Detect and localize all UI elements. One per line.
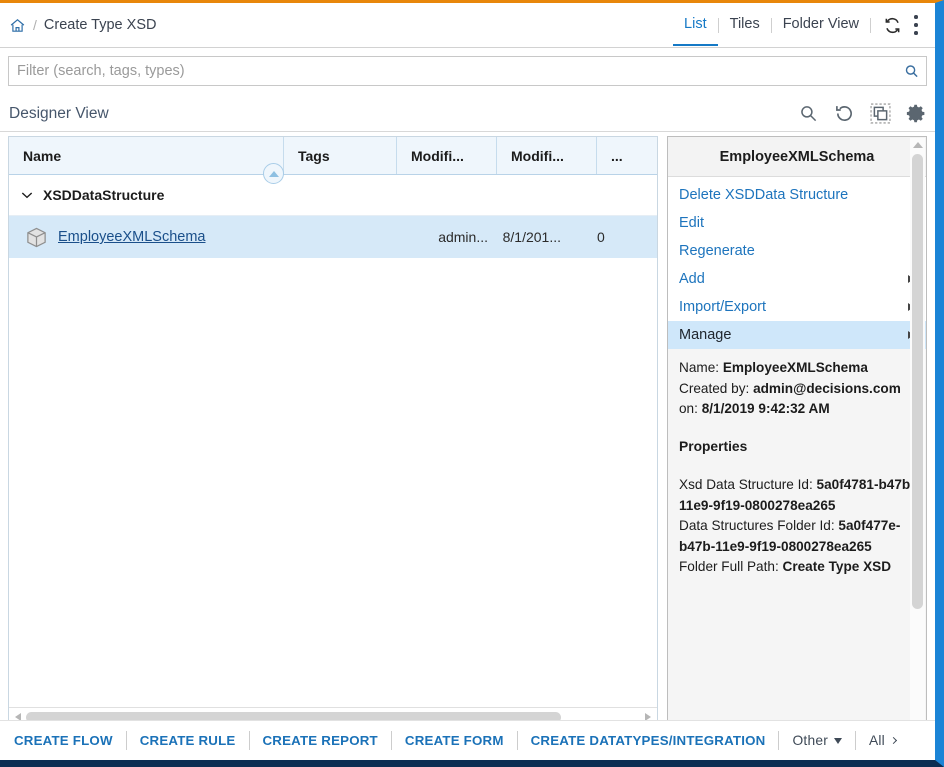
page-root: / Create Type XSD List Tiles Folder View bbox=[0, 0, 944, 767]
column-header-tags[interactable]: Tags bbox=[284, 137, 397, 174]
main-content: Name Tags Modifi... Modifi... ... XSDDat… bbox=[0, 132, 935, 727]
info-created-on: on: 8/1/2019 9:42:32 AM bbox=[679, 399, 915, 420]
details-panel-title: EmployeeXMLSchema bbox=[668, 137, 926, 177]
table-row[interactable]: EmployeeXMLSchema admin... 8/1/201... 0 bbox=[9, 216, 657, 258]
tab-folder-view[interactable]: Folder View bbox=[772, 4, 870, 46]
page-title: Create Type XSD bbox=[43, 17, 157, 33]
tab-tiles[interactable]: Tiles bbox=[719, 4, 771, 46]
breadcrumb: / Create Type XSD bbox=[0, 17, 156, 34]
properties-heading: Properties bbox=[679, 438, 748, 454]
other-label: Other bbox=[792, 733, 828, 748]
menu-item-import-export[interactable]: Import/Export bbox=[668, 293, 926, 321]
cube-icon bbox=[25, 226, 58, 249]
group-label: XSDDataStructure bbox=[43, 187, 165, 203]
create-flow-button[interactable]: CREATE FLOW bbox=[14, 733, 126, 748]
grid-header-row: Name Tags Modifi... Modifi... ... bbox=[9, 137, 657, 184]
chevron-right-icon bbox=[889, 736, 897, 745]
info-folder-id: Data Structures Folder Id: 5a0f477e-b47b… bbox=[679, 516, 915, 557]
menu-item-delete[interactable]: Delete XSDData Structure bbox=[668, 181, 926, 209]
menu-item-label: Delete XSDData Structure bbox=[679, 187, 849, 203]
all-label: All bbox=[869, 733, 885, 748]
info-name: Name: EmployeeXMLSchema bbox=[679, 358, 915, 379]
menu-item-label: Edit bbox=[679, 215, 704, 231]
vscroll-track[interactable] bbox=[912, 152, 923, 725]
menu-item-regenerate[interactable]: Regenerate bbox=[668, 237, 926, 265]
menu-item-edit[interactable]: Edit bbox=[668, 209, 926, 237]
refresh-icon[interactable] bbox=[879, 12, 905, 38]
create-form-button[interactable]: CREATE FORM bbox=[392, 733, 517, 748]
info-name-value: EmployeeXMLSchema bbox=[722, 360, 868, 375]
column-header-modified-by[interactable]: Modifi... bbox=[397, 137, 497, 174]
info-created-by: Created by: admin@decisions.com bbox=[679, 379, 915, 400]
home-icon[interactable] bbox=[9, 17, 26, 34]
column-header-more[interactable]: ... bbox=[597, 137, 657, 174]
cell-modified-date: 8/1/201... bbox=[502, 229, 561, 245]
grid-empty-space bbox=[9, 258, 657, 707]
details-panel: EmployeeXMLSchema Delete XSDData Structu… bbox=[667, 136, 927, 727]
info-created-on-value: 8/1/2019 9:42:32 AM bbox=[701, 401, 830, 416]
info-folder-path: Folder Full Path: Create Type XSD bbox=[679, 557, 915, 578]
details-info: Name: EmployeeXMLSchema Created by: admi… bbox=[668, 349, 926, 726]
menu-item-label: Add bbox=[679, 271, 705, 287]
info-created-on-label: on: bbox=[679, 401, 698, 416]
vscroll-thumb[interactable] bbox=[912, 154, 923, 609]
chevron-down-icon[interactable] bbox=[20, 188, 43, 202]
designer-view-bar: Designer View bbox=[0, 96, 935, 132]
menu-item-label: Regenerate bbox=[679, 243, 755, 259]
create-rule-button[interactable]: CREATE RULE bbox=[127, 733, 249, 748]
all-link[interactable]: All bbox=[856, 733, 909, 748]
info-created-by-value: admin@decisions.com bbox=[753, 380, 901, 396]
info-folder-path-label: Folder Full Path: bbox=[679, 559, 779, 574]
info-folder-path-value: Create Type XSD bbox=[782, 559, 892, 574]
context-menu: Delete XSDData Structure Edit Regenerate… bbox=[668, 177, 926, 349]
menu-item-label: Manage bbox=[679, 327, 732, 343]
filter-box[interactable] bbox=[8, 56, 927, 86]
create-report-button[interactable]: CREATE REPORT bbox=[250, 733, 391, 748]
data-grid: Name Tags Modifi... Modifi... ... XSDDat… bbox=[8, 136, 658, 727]
menu-item-manage[interactable]: Manage bbox=[668, 321, 926, 349]
menu-item-label: Import/Export bbox=[679, 299, 767, 315]
breadcrumb-separator: / bbox=[33, 17, 37, 33]
info-folder-id-label: Data Structures Folder Id: bbox=[679, 518, 835, 533]
designer-view-title: Designer View bbox=[9, 104, 109, 122]
copy-icon[interactable] bbox=[869, 103, 891, 125]
designer-view-tools bbox=[797, 103, 927, 125]
menu-item-add[interactable]: Add bbox=[668, 265, 926, 293]
kebab-menu-icon[interactable] bbox=[905, 12, 927, 38]
cell-name: EmployeeXMLSchema bbox=[9, 226, 284, 249]
info-name-label: Name: bbox=[679, 360, 720, 375]
breadcrumb-bar: / Create Type XSD List Tiles Folder View bbox=[0, 3, 935, 48]
other-dropdown[interactable]: Other bbox=[779, 733, 855, 748]
search-icon[interactable] bbox=[797, 103, 819, 125]
group-row-xsddatastructure[interactable]: XSDDataStructure bbox=[9, 175, 657, 216]
info-xsd-id-label: Xsd Data Structure Id: bbox=[679, 477, 813, 492]
action-bar: CREATE FLOW CREATE RULE CREATE REPORT CR… bbox=[0, 720, 935, 760]
gear-icon[interactable] bbox=[905, 103, 927, 125]
search-icon[interactable] bbox=[904, 64, 919, 79]
info-xsd-id: Xsd Data Structure Id: 5a0f4781-b47b-11e… bbox=[679, 475, 915, 516]
search-input[interactable] bbox=[9, 57, 926, 85]
info-created-by-label: Created by: bbox=[679, 380, 750, 396]
column-header-name[interactable]: Name bbox=[9, 137, 284, 174]
vertical-scrollbar[interactable] bbox=[910, 138, 925, 725]
chevron-down-icon bbox=[834, 737, 842, 744]
cell-extra: 0 bbox=[597, 229, 605, 245]
create-datatypes-integration-button[interactable]: CREATE DATATYPES/INTEGRATION bbox=[518, 733, 779, 748]
refresh-history-icon[interactable] bbox=[833, 103, 855, 125]
divider bbox=[870, 17, 871, 33]
view-switcher: List Tiles Folder View bbox=[673, 3, 927, 47]
row-name-link[interactable]: EmployeeXMLSchema bbox=[58, 229, 206, 245]
scroll-up-arrow[interactable] bbox=[912, 138, 923, 152]
sort-ascending-icon[interactable] bbox=[263, 163, 284, 184]
filter-section bbox=[0, 48, 935, 86]
tab-list[interactable]: List bbox=[673, 4, 718, 46]
cell-modified-by: admin... bbox=[438, 229, 488, 245]
column-header-modified-date[interactable]: Modifi... bbox=[497, 137, 597, 174]
